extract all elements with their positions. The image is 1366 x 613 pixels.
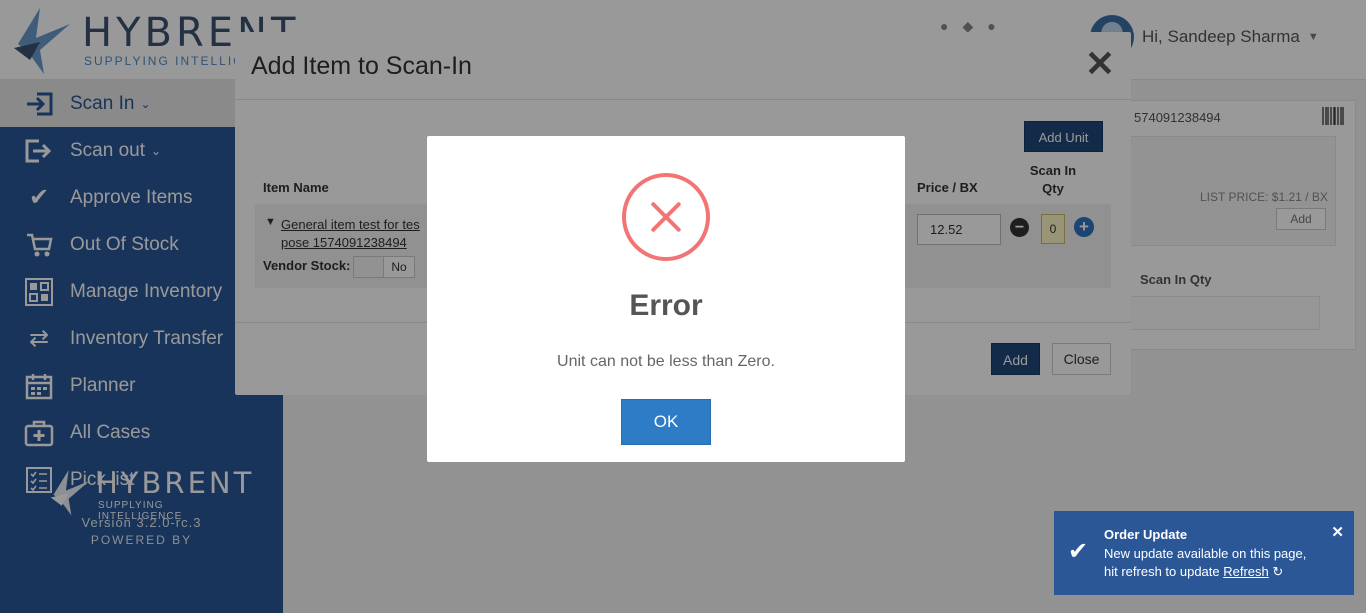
refresh-link[interactable]: Refresh: [1223, 564, 1269, 579]
toast-body-line1: New update available on this page,: [1104, 546, 1307, 561]
toast-title: Order Update: [1104, 527, 1188, 542]
ok-button[interactable]: OK: [621, 399, 711, 445]
order-update-toast: ✔ Order Update New update available on t…: [1054, 511, 1354, 595]
error-dialog: Error Unit can not be less than Zero. OK: [427, 136, 905, 462]
check-icon: ✔: [1068, 538, 1089, 565]
refresh-icon[interactable]: ↻: [1272, 564, 1283, 579]
error-x-icon: [622, 173, 710, 261]
toast-close-icon[interactable]: ✕: [1331, 523, 1344, 541]
alert-message: Unit can not be less than Zero.: [557, 353, 775, 370]
toast-body: New update available on this page, hit r…: [1104, 545, 1342, 581]
toast-body-line2: hit refresh to update: [1104, 564, 1224, 579]
alert-title: Error: [629, 289, 703, 322]
